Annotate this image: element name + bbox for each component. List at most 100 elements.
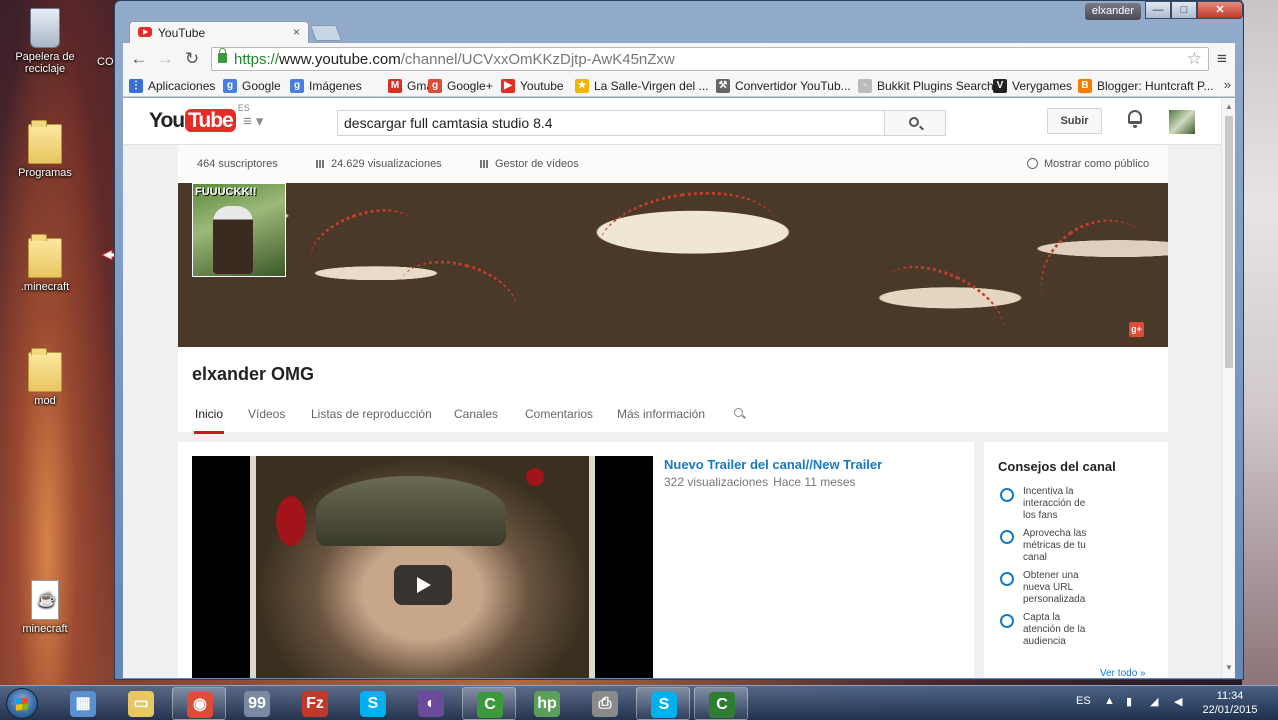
play-button[interactable] — [394, 565, 452, 605]
channel-header: elxander OMG Inicio Vídeos Listas de rep… — [178, 347, 1168, 434]
bookmark-favicon-icon: V — [993, 79, 1007, 93]
bookmark-star-icon[interactable]: ☆ — [1187, 49, 1202, 69]
bookmark-item[interactable]: g Imágenes — [290, 79, 362, 93]
tab-about[interactable]: Más información — [617, 407, 705, 421]
video-manager-link[interactable]: Gestor de vídeos — [480, 158, 579, 170]
video-player[interactable] — [192, 456, 653, 678]
globe-icon — [1027, 158, 1038, 169]
new-tab-button[interactable] — [310, 25, 342, 41]
taskbar-app[interactable]: Fz — [288, 687, 342, 720]
account-avatar[interactable] — [1169, 110, 1195, 134]
bar-chart-icon — [316, 160, 325, 168]
channel-avatar[interactable]: FUUUCKK!! — [192, 183, 286, 277]
desktop-icon-minecraft-jar[interactable]: minecraft — [0, 580, 90, 635]
see-all-link[interactable]: Ver todo » — [1100, 668, 1146, 678]
thumbnail-cap — [316, 476, 506, 546]
folder-icon — [28, 234, 62, 278]
bookmark-item[interactable]: ★ La Salle-Virgen del ... — [575, 79, 709, 93]
youtube-logo[interactable]: You TubeES — [149, 103, 250, 133]
taskbar-app[interactable]: ⎙ — [578, 687, 632, 720]
address-bar[interactable]: https://www.youtube.com/channel/UCVxxOmK… — [211, 47, 1209, 71]
start-button[interactable] — [6, 688, 38, 719]
back-button[interactable]: ← — [129, 49, 149, 69]
tab-close-icon[interactable]: × — [293, 25, 300, 39]
desktop-icon-minecraft-folder[interactable]: .minecraft — [0, 234, 90, 293]
notifications-bell-icon[interactable] — [1128, 110, 1142, 128]
baseball-seam — [592, 183, 784, 296]
bookmark-item[interactable]: ⚒ Convertidor YouTub... — [716, 79, 851, 93]
tip-item[interactable]: Obtener una nueva URL personalizada — [1000, 570, 1095, 606]
reload-button[interactable]: ↻ — [182, 49, 202, 69]
search-input[interactable]: descargar full camtasia studio 8.4 — [337, 110, 885, 136]
subscriber-count[interactable]: 464 suscriptores — [197, 158, 278, 170]
bookmark-item[interactable]: g Google+ — [428, 79, 493, 93]
search-button[interactable] — [884, 110, 946, 136]
view-as-public-link[interactable]: Mostrar como público — [1027, 158, 1149, 170]
channel-name[interactable]: elxander OMG — [192, 364, 314, 385]
taskbar-app[interactable]: C — [462, 687, 516, 720]
tab-inicio[interactable]: Inicio — [193, 407, 225, 434]
taskbar-app[interactable]: ▦ — [56, 687, 110, 720]
bookmarks-overflow-button[interactable]: » — [1224, 77, 1231, 92]
video-title-link[interactable]: Nuevo Trailer del canal//New Trailer — [664, 457, 882, 472]
tab-playlists[interactable]: Listas de reproducción — [311, 407, 432, 421]
bookmark-item[interactable]: ▫ Bukkit Plugins Search — [858, 79, 994, 93]
desktop-icon-programas[interactable]: Programas — [0, 120, 90, 179]
scrollbar-thumb[interactable] — [1225, 116, 1233, 368]
network-icon[interactable]: ◢ — [1150, 695, 1158, 708]
search-icon[interactable] — [734, 408, 743, 417]
bookmark-label: Blogger: Huntcraft P... — [1097, 79, 1214, 93]
clock-date: 22/01/2015 — [1202, 704, 1258, 716]
minimize-button[interactable]: — — [1145, 1, 1171, 19]
tray-expand-icon[interactable]: ▲ — [1104, 695, 1115, 707]
eclipse-icon: ◐ — [418, 691, 444, 717]
volume-icon[interactable]: ◀ — [1174, 695, 1182, 708]
folder-icon: ▭ — [128, 691, 154, 717]
taskbar-app[interactable]: ◉ — [172, 687, 226, 720]
taskbar-app[interactable]: 99 — [230, 687, 284, 720]
tip-item[interactable]: Incentiva la interacción de los fans — [1000, 486, 1095, 522]
forward-button[interactable]: → — [155, 49, 175, 69]
tip-item[interactable]: Capta la atención de la audiencia — [1000, 612, 1095, 648]
desktop-icon-label: minecraft — [22, 623, 68, 635]
taskbar-app[interactable]: C — [694, 687, 748, 720]
circle-icon — [1000, 572, 1014, 586]
browser-tab-youtube[interactable]: YouTube × — [129, 21, 309, 43]
scroll-down-arrow-icon[interactable]: ▼ — [1225, 663, 1233, 672]
tab-channels[interactable]: Canales — [454, 407, 498, 421]
tab-videos[interactable]: Vídeos — [248, 407, 285, 421]
video-age: Hace 11 meses — [773, 475, 856, 489]
browser-toolbar: ← → ↻ https://www.youtube.com/channel/UC… — [123, 43, 1235, 75]
taskbar-app[interactable]: S — [636, 687, 690, 720]
bookmark-item[interactable]: ⋮ Aplicaciones — [129, 79, 215, 93]
upload-button[interactable]: Subir — [1047, 108, 1102, 134]
page-scrollbar[interactable]: ▲ ▼ — [1221, 98, 1235, 678]
profile-badge[interactable]: elxander — [1085, 3, 1141, 20]
bookmark-item[interactable]: V Verygames — [993, 79, 1072, 93]
bookmark-favicon-icon: M — [388, 79, 402, 93]
maximize-button[interactable]: □ — [1171, 1, 1197, 19]
taskbar-app[interactable]: S — [346, 687, 400, 720]
desktop-icon-mod[interactable]: mod — [0, 348, 90, 407]
taskbar-app[interactable]: ▭ — [114, 687, 168, 720]
desktop-icon-recycle-bin[interactable]: Papelera de reciclaje — [0, 8, 90, 75]
bookmark-item[interactable]: B Blogger: Huntcraft P... — [1078, 79, 1214, 93]
chrome-menu-button[interactable]: ≡ — [1217, 49, 1227, 69]
scroll-up-arrow-icon[interactable]: ▲ — [1225, 102, 1233, 111]
tip-item[interactable]: Aprovecha las métricas de tu canal — [1000, 528, 1095, 564]
bookmark-item[interactable]: g Google — [223, 79, 281, 93]
tray-app-icon[interactable]: ▮ — [1126, 695, 1132, 708]
google-plus-icon[interactable]: g+ — [1129, 322, 1144, 337]
clock[interactable]: 11:34 22/01/2015 — [1192, 689, 1268, 717]
bookmark-label: Bukkit Plugins Search — [877, 79, 994, 93]
taskbar-app[interactable]: hp — [520, 687, 574, 720]
guide-menu-button[interactable]: ≡ ▾ — [243, 112, 263, 130]
tab-comments[interactable]: Comentarios — [525, 407, 593, 421]
featured-video-card: Nuevo Trailer del canal//New Trailer 322… — [178, 442, 974, 678]
language-indicator[interactable]: ES — [1076, 695, 1091, 707]
close-button[interactable]: ✕ — [1197, 1, 1243, 19]
bookmark-favicon-icon: ▫ — [858, 79, 872, 93]
bookmark-item[interactable]: ▶ Youtube — [501, 79, 564, 93]
view-count-link[interactable]: 24.629 visualizaciones — [316, 158, 442, 170]
taskbar-app[interactable]: ◐ — [404, 687, 458, 720]
